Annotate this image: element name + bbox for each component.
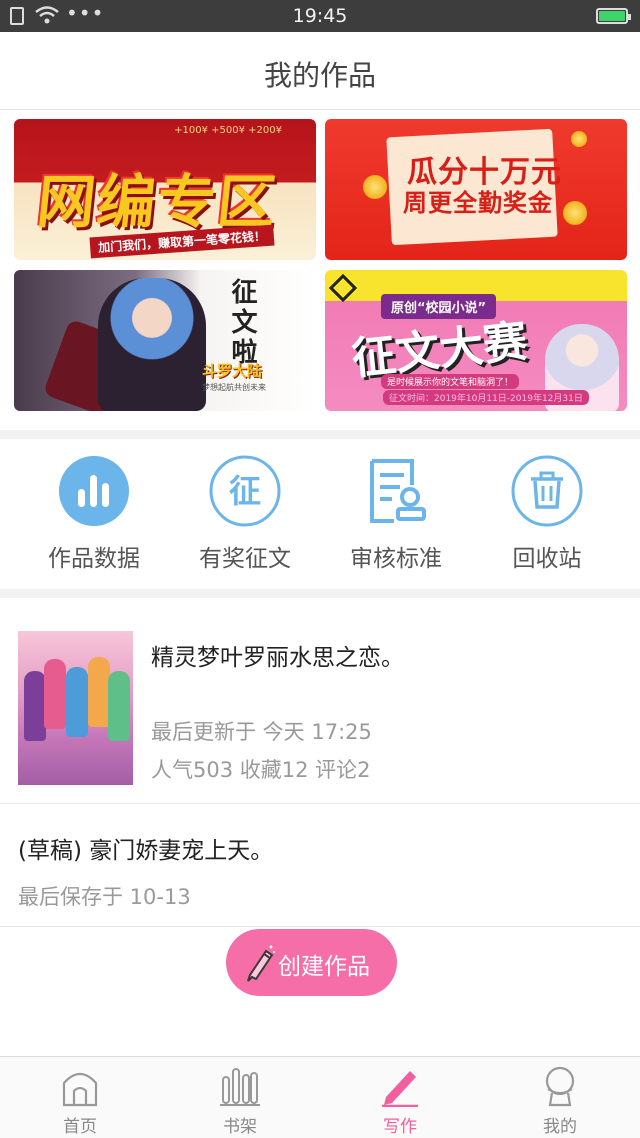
work-item[interactable]: 精灵梦叶罗丽水思之恋。 最后更新于 今天 17:25 人气503 收藏12 评论…: [0, 598, 640, 804]
coin-icon: [363, 175, 387, 199]
section-divider: [0, 430, 640, 439]
banner-title: 征文啦: [227, 278, 257, 368]
page-header: 我的作品: [0, 32, 640, 110]
banner-tag: 斗罗大陆: [202, 362, 263, 380]
status-bar: ••• 19:45: [0, 0, 640, 32]
svg-text:征: 征: [229, 472, 261, 510]
work-stats: 人气503 收藏12 评论2: [151, 758, 371, 782]
work-saved: 最后保存于 10-13: [18, 885, 191, 909]
tab-bookshelf[interactable]: 书架: [160, 1057, 320, 1138]
banner-subtitle: 每周五中午十一点准时开奖！: [421, 230, 539, 240]
battery-icon: [596, 8, 631, 24]
quick-action-trash[interactable]: 回收站: [472, 439, 622, 589]
tab-label: 书架: [223, 1117, 257, 1137]
banner-subtitle: 梦想起航共创未来: [202, 383, 266, 392]
quick-action-label: 审核标准: [350, 546, 442, 572]
profile-icon: [545, 1066, 575, 1107]
work-title: (草稿) 豪门娇妻宠上天。: [18, 838, 274, 864]
banner-web-editor-zone[interactable]: +100¥ +500¥ +200¥ 网编专区 加门我们，赚取第一笔零花钱！: [14, 119, 316, 260]
triangle-deco: [328, 273, 358, 303]
bar-chart-icon: [59, 456, 129, 526]
banner-title-2: 周更全勤奖金: [403, 189, 553, 217]
quick-action-label: 作品数据: [48, 546, 140, 572]
banner-douluo-contest[interactable]: 征文啦 斗罗大陆 梦想起航共创未来: [14, 270, 316, 411]
contest-icon: 征: [209, 455, 281, 527]
banner-deco: +100¥ +500¥ +200¥: [174, 125, 282, 136]
banner-weekly-bonus[interactable]: 瓜分十万元 周更全勤奖金 每周五中午十一点准时开奖！: [325, 119, 627, 260]
tab-label: 写作: [383, 1117, 417, 1137]
quick-action-review-standard[interactable]: 审核标准: [321, 439, 471, 589]
bookshelf-icon: [220, 1068, 260, 1106]
quick-action-label: 回收站: [512, 546, 582, 572]
work-updated: 最后更新于 今天 17:25: [151, 720, 372, 744]
banner-dates: 征文时间：2019年10月11日-2019年12月31日: [383, 390, 589, 405]
tab-profile[interactable]: 我的: [480, 1057, 640, 1138]
coin-icon: [563, 201, 587, 225]
section-divider: [0, 589, 640, 598]
review-standard-icon: [370, 459, 426, 523]
quick-action-work-data[interactable]: 作品数据: [19, 439, 169, 589]
create-work-label: 创建作品: [278, 954, 370, 980]
status-time: 19:45: [292, 5, 348, 27]
work-title: 精灵梦叶罗丽水思之恋。: [151, 645, 404, 671]
tab-label: 我的: [543, 1117, 577, 1137]
tab-write[interactable]: 写作: [320, 1057, 480, 1138]
banner-grid: +100¥ +500¥ +200¥ 网编专区 加门我们，赚取第一笔零花钱！ 瓜分…: [0, 110, 640, 430]
draft-item[interactable]: (草稿) 豪门娇妻宠上天。 最后保存于 10-13: [0, 805, 640, 927]
tab-home[interactable]: 首页: [0, 1057, 160, 1138]
banner-subtitle: 是时候展示你的文笔和脑洞了！: [381, 374, 520, 389]
create-work-button[interactable]: 创建作品: [226, 929, 397, 996]
tab-label: 首页: [63, 1117, 97, 1137]
page-title: 我的作品: [263, 59, 376, 92]
banner-campus-contest[interactable]: 原创“校园小说” 征文大赛 是时候展示你的文笔和脑洞了！ 征文时间：2019年1…: [325, 270, 627, 411]
quick-actions: 作品数据 征 有奖征文 审核标准 回收站: [0, 439, 640, 589]
coin-icon: [571, 131, 587, 147]
work-cover-image: [18, 631, 133, 785]
quick-action-contest[interactable]: 征 有奖征文: [170, 439, 320, 589]
pencil-icon: [247, 945, 275, 982]
character-illustration: [98, 278, 206, 411]
trash-icon: [511, 455, 583, 527]
home-icon: [62, 1072, 98, 1107]
pencil-icon: [382, 1071, 418, 1107]
quick-action-label: 有奖征文: [199, 546, 291, 572]
bottom-tab-bar: 首页 书架 写作 我的: [0, 1056, 640, 1138]
